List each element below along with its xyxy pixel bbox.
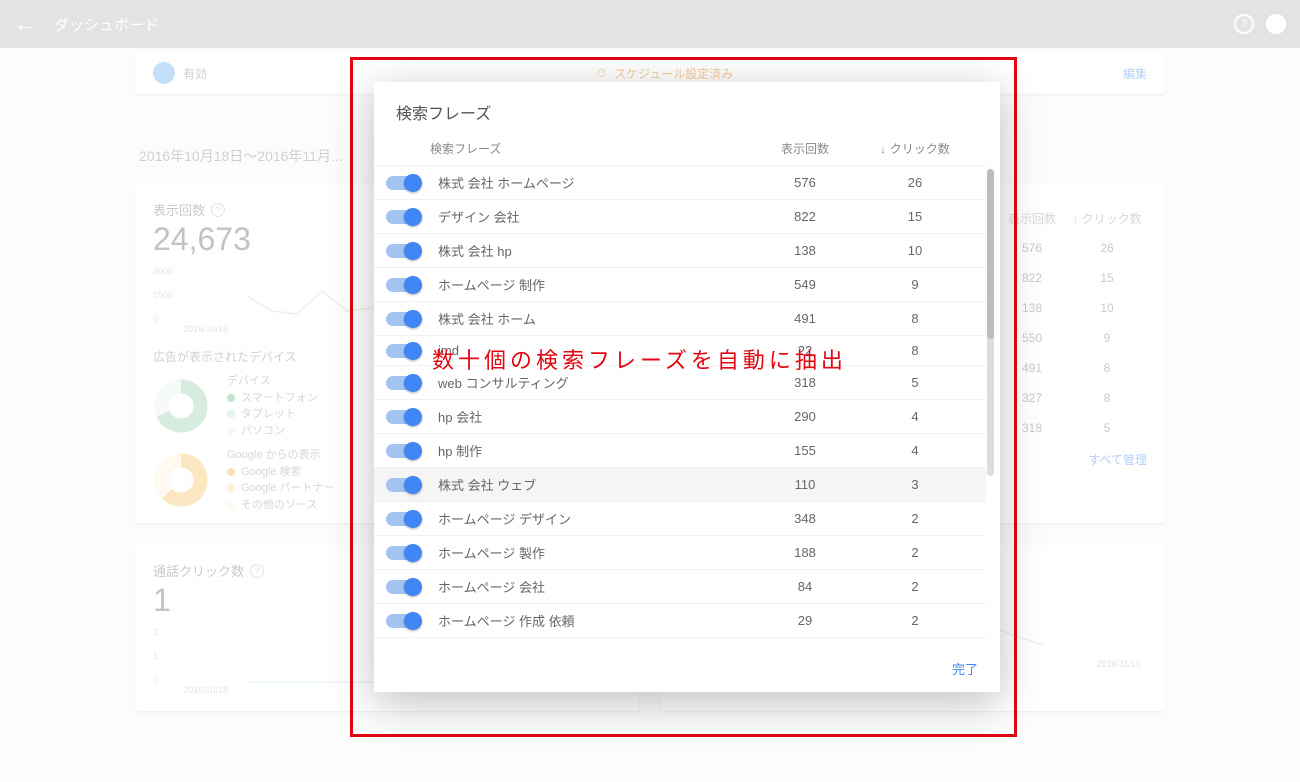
clicks-cell: 26 bbox=[860, 175, 970, 190]
impressions-cell: 576 bbox=[750, 175, 860, 190]
toggle-switch[interactable] bbox=[386, 546, 420, 560]
toggle-switch[interactable] bbox=[386, 344, 420, 358]
phrase-text: ホームページ 作成 依頼 bbox=[424, 611, 750, 630]
phrase-text: ホームページ 制作 bbox=[424, 275, 750, 294]
toggle-switch[interactable] bbox=[386, 312, 420, 326]
col-impressions[interactable]: 表示回数 bbox=[750, 140, 860, 157]
sort-down-icon: ↓ bbox=[880, 144, 886, 156]
impressions-cell: 822 bbox=[750, 209, 860, 224]
impressions-cell: 549 bbox=[750, 277, 860, 292]
scrollbar[interactable] bbox=[987, 169, 994, 476]
phrase-row[interactable]: hp 会社2904 bbox=[374, 399, 986, 433]
phrase-row[interactable]: ホームページ 製作1882 bbox=[374, 535, 986, 569]
clicks-cell: 2 bbox=[860, 545, 970, 560]
phrase-text: ホームページ 製作 bbox=[424, 543, 750, 562]
dialog-body: 株式 会社 ホームページ57626デザイン 会社82215株式 会社 hp138… bbox=[374, 165, 1000, 645]
clicks-cell: 2 bbox=[860, 613, 970, 628]
phrase-row[interactable]: 株式 会社 ウェブ1103 bbox=[374, 467, 986, 501]
phrase-row[interactable]: 株式 会社 hp13810 bbox=[374, 233, 986, 267]
impressions-cell: 318 bbox=[750, 375, 860, 390]
clicks-cell: 2 bbox=[860, 511, 970, 526]
clicks-cell: 8 bbox=[860, 343, 970, 358]
phrase-row[interactable]: デザイン 会社82215 bbox=[374, 199, 986, 233]
impressions-cell: 110 bbox=[750, 477, 860, 492]
impressions-cell: 348 bbox=[750, 511, 860, 526]
phrase-text: 株式 会社 hp bbox=[424, 241, 750, 260]
phrase-row[interactable]: ホームページ 制作 会社212 bbox=[374, 637, 986, 645]
col-clicks[interactable]: ↓クリック数 bbox=[860, 140, 970, 157]
impressions-cell: 491 bbox=[750, 311, 860, 326]
clicks-cell: 3 bbox=[860, 477, 970, 492]
phrase-row[interactable]: ホームページ デザイン3482 bbox=[374, 501, 986, 535]
phrase-row[interactable]: hp 制作1554 bbox=[374, 433, 986, 467]
toggle-switch[interactable] bbox=[386, 512, 420, 526]
phrase-text: 株式 会社 ウェブ bbox=[424, 475, 750, 494]
col-phrase[interactable]: 検索フレーズ bbox=[422, 140, 750, 157]
impressions-cell: 188 bbox=[750, 545, 860, 560]
toggle-switch[interactable] bbox=[386, 244, 420, 258]
toggle-switch[interactable] bbox=[386, 580, 420, 594]
phrase-row[interactable]: ホームページ 制作5499 bbox=[374, 267, 986, 301]
phrase-text: hp 制作 bbox=[424, 441, 750, 460]
toggle-switch[interactable] bbox=[386, 614, 420, 628]
clicks-cell: 5 bbox=[860, 375, 970, 390]
impressions-cell: 138 bbox=[750, 243, 860, 258]
phrase-text: 株式 会社 ホーム bbox=[424, 309, 750, 328]
phrase-text: ホームページ 会社 bbox=[424, 577, 750, 596]
toggle-switch[interactable] bbox=[386, 176, 420, 190]
impressions-cell: 84 bbox=[750, 579, 860, 594]
phrase-row[interactable]: ホームページ 会社842 bbox=[374, 569, 986, 603]
phrase-text: hp 会社 bbox=[424, 407, 750, 426]
toggle-switch[interactable] bbox=[386, 376, 420, 390]
clicks-cell: 4 bbox=[860, 443, 970, 458]
scrollbar-thumb[interactable] bbox=[987, 169, 994, 339]
phrase-text: デザイン 会社 bbox=[424, 207, 750, 226]
search-phrases-dialog: 検索フレーズ 検索フレーズ 表示回数 ↓クリック数 株式 会社 ホームページ57… bbox=[374, 82, 1000, 692]
dialog-title: 検索フレーズ bbox=[374, 82, 1000, 140]
clicks-cell: 9 bbox=[860, 277, 970, 292]
clicks-cell: 15 bbox=[860, 209, 970, 224]
dialog-header-row: 検索フレーズ 表示回数 ↓クリック数 bbox=[374, 140, 1000, 165]
phrase-row[interactable]: 株式 会社 ホームページ57626 bbox=[374, 165, 986, 199]
phrase-text: ホームページ デザイン bbox=[424, 509, 750, 528]
clicks-cell: 8 bbox=[860, 311, 970, 326]
annotation-text: 数十個の検索フレーズを自動に抽出 bbox=[432, 343, 847, 375]
phrase-row[interactable]: ホームページ 作成 依頼292 bbox=[374, 603, 986, 637]
done-button[interactable]: 完了 bbox=[952, 662, 978, 677]
toggle-switch[interactable] bbox=[386, 478, 420, 492]
toggle-switch[interactable] bbox=[386, 210, 420, 224]
toggle-switch[interactable] bbox=[386, 444, 420, 458]
clicks-cell: 2 bbox=[860, 579, 970, 594]
impressions-cell: 290 bbox=[750, 409, 860, 424]
toggle-switch[interactable] bbox=[386, 278, 420, 292]
toggle-switch[interactable] bbox=[386, 410, 420, 424]
clicks-cell: 4 bbox=[860, 409, 970, 424]
phrase-text: 株式 会社 ホームページ bbox=[424, 173, 750, 192]
phrase-text: web コンサルティング bbox=[424, 373, 750, 392]
impressions-cell: 155 bbox=[750, 443, 860, 458]
phrase-row[interactable]: 株式 会社 ホーム4918 bbox=[374, 301, 986, 335]
impressions-cell: 29 bbox=[750, 613, 860, 628]
clicks-cell: 10 bbox=[860, 243, 970, 258]
